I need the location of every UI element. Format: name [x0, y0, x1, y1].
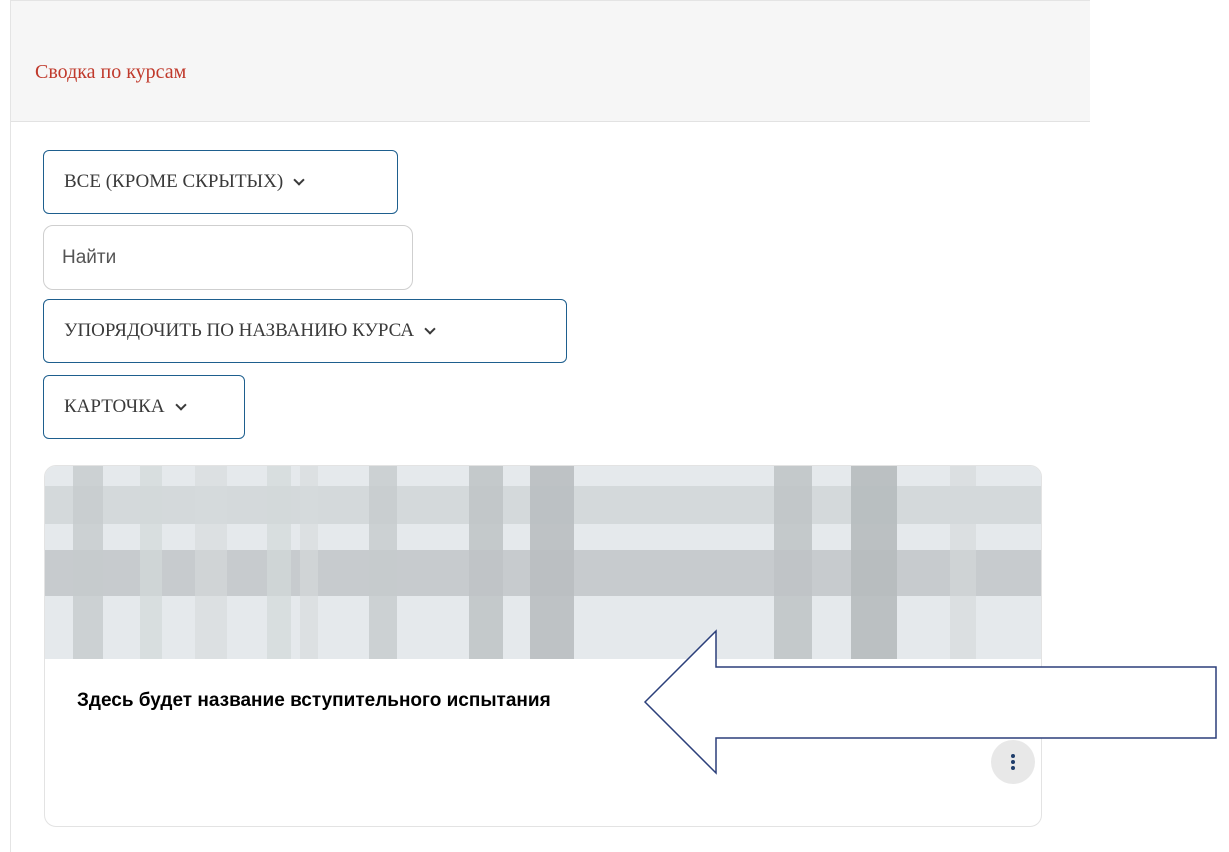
course-actions-button[interactable] [991, 740, 1035, 784]
search-input[interactable] [43, 225, 413, 290]
chevron-down-icon [293, 174, 305, 186]
sort-dropdown[interactable]: УПОРЯДОЧИТЬ ПО НАЗВАНИЮ КУРСА [43, 299, 567, 363]
kebab-menu-icon [1011, 754, 1015, 770]
chevron-down-icon [174, 399, 187, 411]
block-header: Сводка по курсам [11, 1, 1090, 122]
course-title[interactable]: Здесь будет название вступительного испы… [77, 690, 551, 712]
sort-label: УПОРЯДОЧИТЬ ПО НАЗВАНИЮ КУРСА [64, 320, 415, 341]
grouping-filter-dropdown[interactable]: ВСЕ (КРОМЕ СКРЫТЫХ) [43, 150, 398, 214]
view-mode-dropdown[interactable]: КАРТОЧКА [43, 375, 245, 439]
course-card[interactable]: Здесь будет название вступительного испы… [44, 465, 1042, 827]
page: Сводка по курсам ВСЕ (КРОМЕ СКРЫТЫХ) УПО… [0, 0, 1229, 852]
course-image[interactable] [45, 466, 1042, 659]
chevron-down-icon [424, 323, 436, 335]
view-mode-label: КАРТОЧКА [64, 396, 165, 417]
grouping-filter-label: ВСЕ (КРОМЕ СКРЫТЫХ) [64, 171, 284, 192]
block-title: Сводка по курсам [35, 61, 187, 83]
